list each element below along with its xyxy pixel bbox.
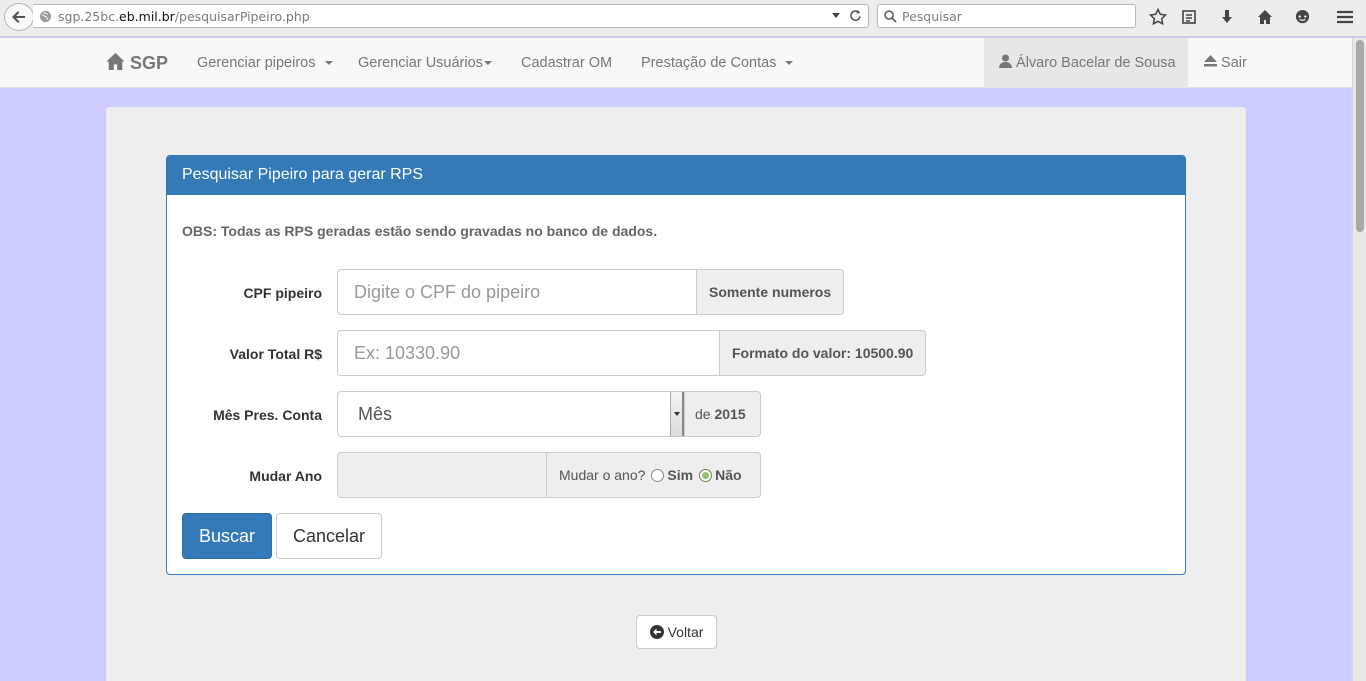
valor-addon-prefix: Formato do valor: [732, 345, 855, 361]
arrow-left-icon [12, 11, 25, 23]
valor-input-group: Formato do valor: 10500.90 [337, 330, 927, 376]
ano-input-group: Mudar o ano? Sim Não [337, 452, 761, 498]
back-button-voltar[interactable]: Voltar [636, 615, 717, 649]
nav-prestacao-contas[interactable]: Prestação de Contas [641, 38, 794, 88]
logout-link[interactable]: Sair [1204, 38, 1247, 88]
eject-icon [1204, 55, 1217, 67]
chat-icon[interactable] [1291, 6, 1313, 28]
back-label: Voltar [667, 624, 704, 640]
ano-radio-addon: Mudar o ano? Sim Não [547, 452, 761, 498]
radio-sim-label[interactable]: Sim [667, 467, 693, 483]
menu-icon[interactable] [1334, 6, 1356, 28]
year-prefix: de [695, 406, 715, 422]
url-host: eb.mil.br [119, 8, 175, 24]
scrollbar-thumb[interactable] [1356, 40, 1364, 232]
mes-label: Mês Pres. Conta [213, 407, 322, 423]
year-addon: de 2015 [685, 391, 761, 437]
home-icon[interactable] [1254, 6, 1276, 28]
cpf-addon: Somente numeros [697, 269, 845, 315]
url-bar[interactable]: sgp.25bc. eb.mil.br/pesquisarPipeiro.php [33, 4, 869, 28]
cancel-button[interactable]: Cancelar [276, 513, 382, 559]
search-button[interactable]: Buscar [182, 513, 272, 559]
caret-down-icon [483, 61, 492, 66]
nav-label: Cadastrar OM [521, 55, 613, 71]
radio-nao[interactable] [699, 468, 713, 482]
mes-select[interactable]: Mês [337, 391, 685, 437]
caret-down-icon [785, 61, 794, 66]
nav-cadastrar-om[interactable]: Cadastrar OM [521, 38, 612, 88]
dropdown-arrow-icon[interactable] [670, 392, 684, 436]
back-button[interactable] [4, 3, 34, 31]
panel-title: Pesquisar Pipeiro para gerar RPS [167, 156, 1185, 195]
url-prefix: sgp.25bc. [58, 8, 120, 24]
home-icon [106, 53, 125, 70]
mes-selected-value: Mês [358, 403, 393, 424]
bookmark-star-icon[interactable] [1147, 6, 1169, 28]
globe-icon [39, 10, 52, 23]
ano-label: Mudar Ano [249, 468, 322, 484]
search-icon [884, 9, 897, 23]
valor-addon: Formato do valor: 10500.90 [720, 330, 927, 376]
download-icon[interactable] [1216, 6, 1238, 28]
brand-link[interactable]: SGP [106, 38, 168, 88]
valor-label: Valor Total R$ [229, 346, 322, 362]
radio-nao-label[interactable]: Não [715, 467, 741, 483]
radio-sim[interactable] [651, 468, 665, 482]
mes-input-group: Mês de 2015 [337, 391, 761, 437]
nav-label: Gerenciar Usuários [358, 55, 483, 71]
page-scrollbar[interactable] [1352, 38, 1366, 681]
browser-search-box[interactable] [877, 4, 1136, 28]
ano-input-disabled [337, 452, 547, 498]
url-path: /pesquisarPipeiro.php [174, 8, 310, 24]
brand-label: SGP [130, 53, 169, 73]
reading-list-icon[interactable] [1178, 6, 1200, 28]
user-name: Álvaro Bacelar de Sousa [1016, 55, 1176, 71]
valor-input[interactable] [337, 330, 720, 376]
browser-search-input[interactable] [902, 8, 1122, 24]
ano-question: Mudar o ano? [559, 467, 646, 483]
logout-label: Sair [1221, 55, 1247, 71]
year-value: 2015 [714, 406, 746, 422]
reload-icon[interactable] [849, 9, 862, 22]
nav-label: Gerenciar pipeiros [197, 55, 316, 71]
nav-gerenciar-usuarios[interactable]: Gerenciar Usuários [358, 38, 492, 88]
cpf-label: CPF pipeiro [243, 285, 322, 301]
user-icon [999, 54, 1012, 68]
cpf-input[interactable] [337, 269, 697, 315]
nav-user-profile[interactable]: Álvaro Bacelar de Sousa [984, 38, 1188, 88]
caret-down-icon [324, 61, 333, 66]
nav-label: Prestação de Contas [641, 55, 777, 71]
cpf-input-group: Somente numeros [337, 269, 845, 315]
nav-gerenciar-pipeiros[interactable]: Gerenciar pipeiros [197, 38, 333, 88]
app-navbar: SGP Gerenciar pipeiros Gerenciar Usuário… [0, 38, 1352, 88]
browser-toolbar: sgp.25bc. eb.mil.br/pesquisarPipeiro.php [0, 0, 1366, 37]
dropdown-arrow-icon[interactable] [831, 12, 841, 20]
obs-note: OBS: Todas as RPS geradas estão sendo gr… [182, 223, 658, 239]
circle-arrow-left-icon [649, 625, 664, 639]
valor-addon-value: 10500.90 [854, 345, 914, 361]
